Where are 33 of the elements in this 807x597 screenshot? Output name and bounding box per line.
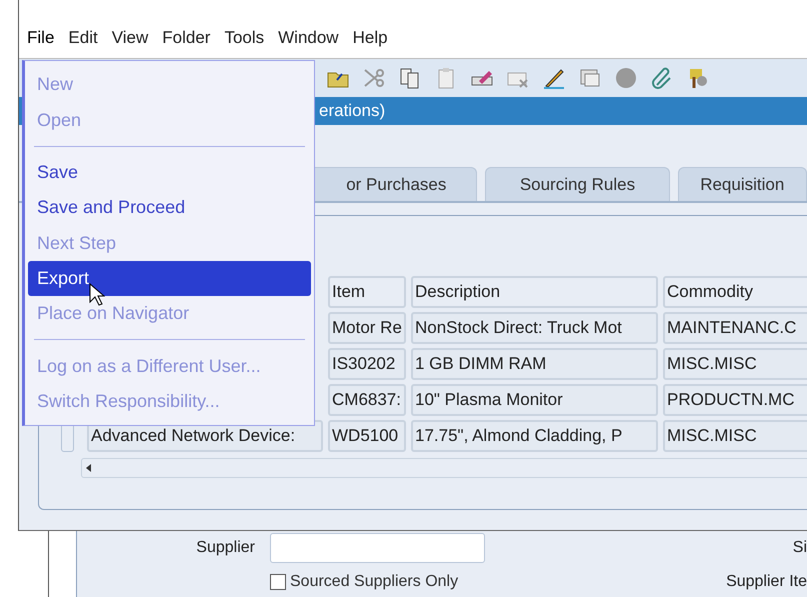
supplier-field[interactable] [270,533,485,563]
table-cell: NonStock Direct: Truck Mot [411,312,658,344]
menu-title[interactable]: View [112,26,148,50]
horizontal-scrollbar[interactable] [81,458,807,478]
table-cell: 17.75", Almond Cladding, P [411,420,658,452]
table-cell: MISC.MISC [663,348,807,380]
table-cell: 10" Plasma Monitor [411,384,658,416]
table-cell: IS30202 [328,348,406,380]
menu-title[interactable]: File [27,26,54,50]
table-cell: MAINTENANC.C [663,312,807,344]
column-header: Item [328,276,406,308]
table-cell: Motor Re [328,312,406,344]
mouse-cursor-icon [89,283,105,307]
supplier-label: Supplier [196,539,255,557]
column-header: Description [411,276,658,308]
table-cell: 1 GB DIMM RAM [411,348,658,380]
menu-title[interactable]: Folder [162,26,210,50]
table-cell: PRODUCTN.MC [663,384,807,416]
table-cell: WD5100 [328,420,406,452]
globe-icon[interactable] [613,65,639,91]
table-cell: CM6837: [328,384,406,416]
menu-title[interactable]: Tools [224,26,264,50]
tab[interactable]: Sourcing Rules [485,167,670,201]
sourced-suppliers-checkbox[interactable]: Sourced Suppliers Only [270,573,485,591]
menu-title[interactable]: Window [278,26,339,50]
column-header: Commodity [663,276,807,308]
table-cell: MISC.MISC [663,420,807,452]
menu-item[interactable]: Export [28,260,311,296]
menu-title[interactable]: Edit [68,26,98,50]
menu-title[interactable]: Help [352,26,388,50]
site-label: Si [792,539,807,557]
supplier-item-label: Supplier Ite [726,573,807,591]
tab[interactable]: Requisition [678,167,807,201]
